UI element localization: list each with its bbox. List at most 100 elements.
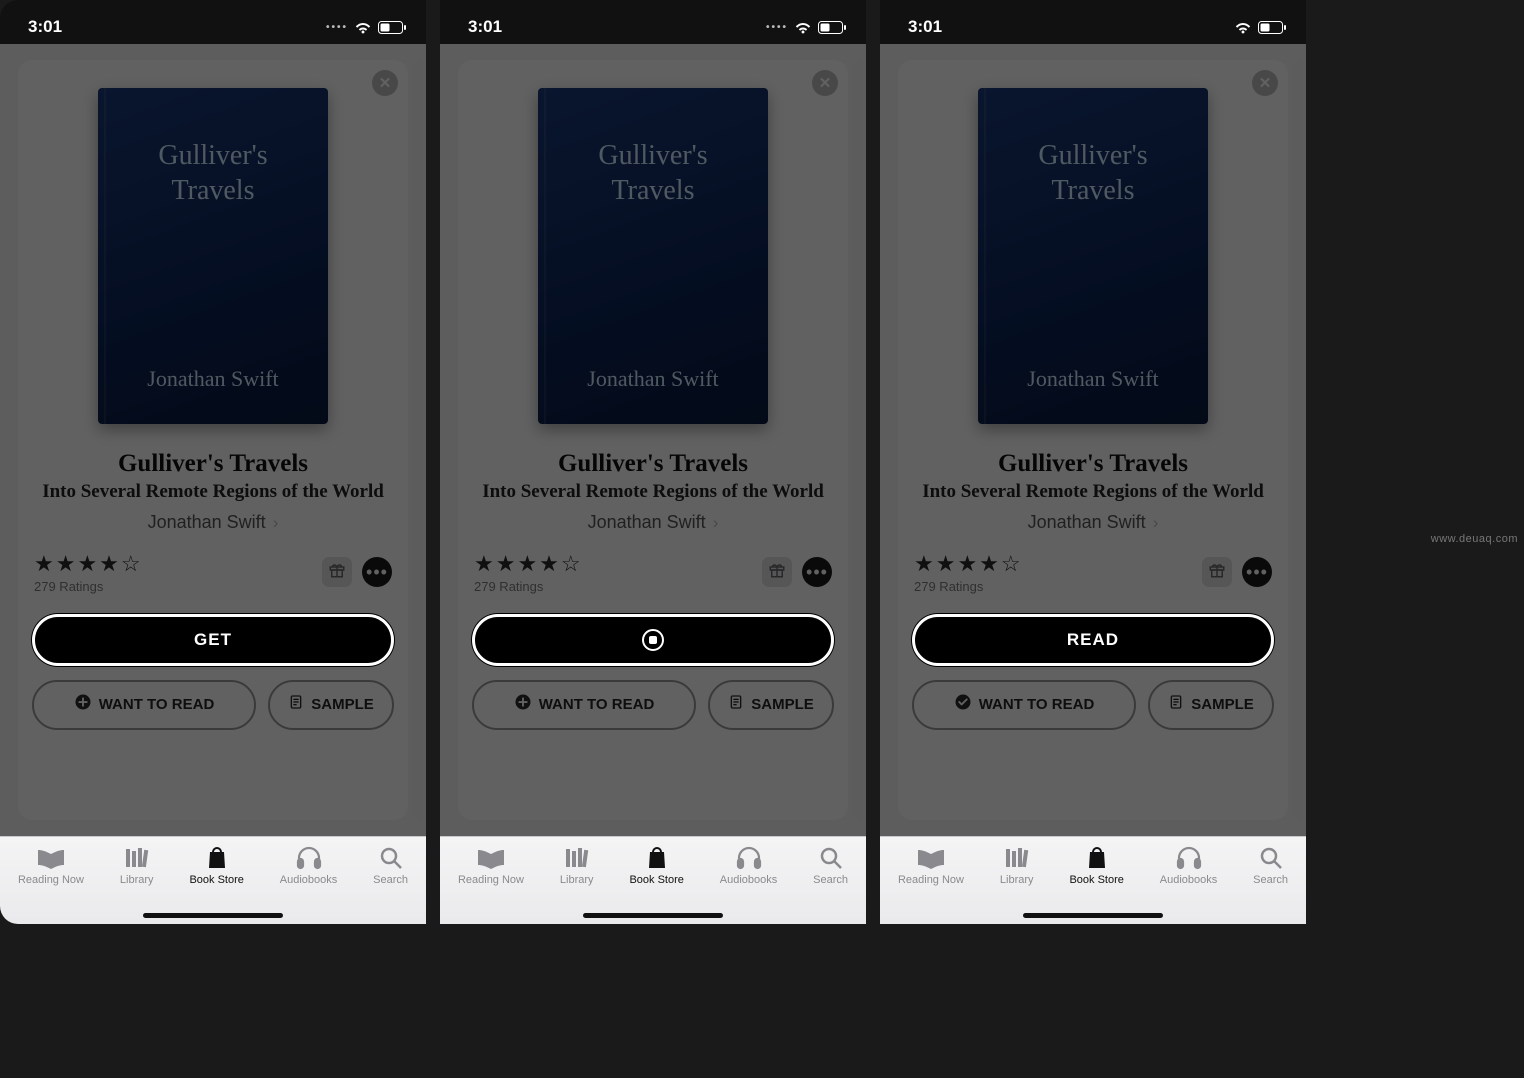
- get-button-label: GET: [194, 630, 232, 650]
- author-link[interactable]: Jonathan Swift ›: [912, 512, 1274, 533]
- chevron-right-icon: ›: [713, 513, 719, 532]
- sample-label: SAMPLE: [1191, 696, 1254, 713]
- tab-label: Search: [1253, 874, 1288, 886]
- close-button[interactable]: ✕: [1252, 70, 1278, 96]
- read-button-label: READ: [1067, 630, 1119, 650]
- rating-stars[interactable]: ★★★★☆: [914, 551, 1023, 577]
- book-title: Gulliver's Travels: [912, 450, 1274, 478]
- more-button[interactable]: •••: [362, 557, 392, 587]
- author-link[interactable]: Jonathan Swift ›: [32, 512, 394, 533]
- cover-title-line2: Travels: [554, 173, 752, 208]
- book-detail-card: ✕ Gulliver's Travels Jonathan Swift Gull…: [458, 60, 848, 820]
- tab-label: Search: [373, 874, 408, 886]
- tab-label: Audiobooks: [280, 874, 338, 886]
- gift-button[interactable]: [762, 557, 792, 587]
- tab-book-store[interactable]: Book Store: [629, 845, 683, 886]
- tab-reading-now[interactable]: Reading Now: [18, 845, 84, 886]
- book-subtitle: Into Several Remote Regions of the World: [912, 480, 1274, 504]
- tab-library[interactable]: Library: [560, 845, 594, 886]
- want-to-read-button[interactable]: WANT TO READ: [912, 680, 1136, 730]
- cover-title-line1: Gulliver's: [114, 138, 312, 173]
- gift-button[interactable]: [1202, 557, 1232, 587]
- tab-reading-now[interactable]: Reading Now: [898, 845, 964, 886]
- home-indicator[interactable]: [143, 913, 283, 918]
- book-store-icon: [202, 845, 232, 871]
- more-icon: •••: [366, 562, 388, 583]
- close-button[interactable]: ✕: [372, 70, 398, 96]
- author-name: Jonathan Swift: [588, 512, 706, 532]
- tab-library[interactable]: Library: [1000, 845, 1034, 886]
- rating-stars[interactable]: ★★★★☆: [34, 551, 143, 577]
- tab-label: Search: [813, 874, 848, 886]
- ratings-count: 279 Ratings: [914, 579, 1023, 594]
- status-time: 3:01: [468, 17, 502, 37]
- tab-bar: Reading Now Library Book Store Audiobook…: [0, 836, 426, 924]
- book-cover[interactable]: Gulliver's Travels Jonathan Swift: [978, 88, 1208, 424]
- tab-label: Book Store: [1069, 874, 1123, 886]
- sample-button[interactable]: SAMPLE: [268, 680, 394, 730]
- more-button[interactable]: •••: [802, 557, 832, 587]
- home-indicator[interactable]: [1023, 913, 1163, 918]
- more-icon: •••: [806, 562, 828, 583]
- tab-label: Audiobooks: [720, 874, 778, 886]
- gift-icon: [328, 561, 346, 584]
- cover-author: Jonathan Swift: [554, 365, 752, 393]
- tab-book-store[interactable]: Book Store: [1069, 845, 1123, 886]
- tab-search[interactable]: Search: [813, 845, 848, 886]
- chevron-right-icon: ›: [273, 513, 279, 532]
- want-to-read-button[interactable]: WANT TO READ: [472, 680, 696, 730]
- status-bar: 3:01 ••••: [0, 0, 426, 44]
- tab-book-store[interactable]: Book Store: [189, 845, 243, 886]
- phone-screen-3: 3:01 ✕ Gulliver's Travels Jonatha: [880, 0, 1306, 924]
- more-button[interactable]: •••: [1242, 557, 1272, 587]
- book-title: Gulliver's Travels: [32, 450, 394, 478]
- cover-title-line1: Gulliver's: [994, 138, 1192, 173]
- phone-screen-2: 3:01 •••• ✕ Gulliver's Travels: [440, 0, 866, 924]
- tab-bar: Reading Now Library Book Store Audiobook…: [880, 836, 1306, 924]
- search-icon: [816, 845, 846, 871]
- battery-icon: [378, 21, 406, 34]
- book-cover[interactable]: Gulliver's Travels Jonathan Swift: [98, 88, 328, 424]
- home-indicator[interactable]: [583, 913, 723, 918]
- tab-search[interactable]: Search: [373, 845, 408, 886]
- sample-button[interactable]: SAMPLE: [1148, 680, 1274, 730]
- author-link[interactable]: Jonathan Swift ›: [472, 512, 834, 533]
- status-time: 3:01: [28, 17, 62, 37]
- tab-audiobooks[interactable]: Audiobooks: [1160, 845, 1218, 886]
- gift-button[interactable]: [322, 557, 352, 587]
- want-to-read-button[interactable]: WANT TO READ: [32, 680, 256, 730]
- download-progress-button[interactable]: [472, 614, 834, 666]
- library-icon: [122, 845, 152, 871]
- status-bar: 3:01 ••••: [440, 0, 866, 44]
- audiobooks-icon: [294, 845, 324, 871]
- tab-search[interactable]: Search: [1253, 845, 1288, 886]
- tab-label: Library: [560, 874, 594, 886]
- tab-label: Reading Now: [898, 874, 964, 886]
- book-cover[interactable]: Gulliver's Travels Jonathan Swift: [538, 88, 768, 424]
- more-icon: •••: [1246, 562, 1268, 583]
- tab-audiobooks[interactable]: Audiobooks: [280, 845, 338, 886]
- content-area: ✕ Gulliver's Travels Jonathan Swift Gull…: [0, 44, 426, 836]
- rating-stars[interactable]: ★★★★☆: [474, 551, 583, 577]
- battery-icon: [1258, 21, 1286, 34]
- read-button[interactable]: READ: [912, 614, 1274, 666]
- tab-audiobooks[interactable]: Audiobooks: [720, 845, 778, 886]
- battery-icon: [818, 21, 846, 34]
- plus-circle-icon: [74, 693, 92, 716]
- sample-button[interactable]: SAMPLE: [708, 680, 834, 730]
- cellular-icon: ••••: [326, 22, 348, 33]
- book-detail-card: ✕ Gulliver's Travels Jonathan Swift Gull…: [18, 60, 408, 820]
- author-name: Jonathan Swift: [148, 512, 266, 532]
- next-card-peek: [412, 60, 422, 820]
- library-icon: [562, 845, 592, 871]
- reading-now-icon: [476, 845, 506, 871]
- tab-reading-now[interactable]: Reading Now: [458, 845, 524, 886]
- search-icon: [376, 845, 406, 871]
- tab-bar: Reading Now Library Book Store Audiobook…: [440, 836, 866, 924]
- get-button[interactable]: GET: [32, 614, 394, 666]
- author-name: Jonathan Swift: [1028, 512, 1146, 532]
- tab-library[interactable]: Library: [120, 845, 154, 886]
- sample-icon: [288, 693, 304, 716]
- close-button[interactable]: ✕: [812, 70, 838, 96]
- content-area: ✕ Gulliver's Travels Jonathan Swift Gull…: [440, 44, 866, 836]
